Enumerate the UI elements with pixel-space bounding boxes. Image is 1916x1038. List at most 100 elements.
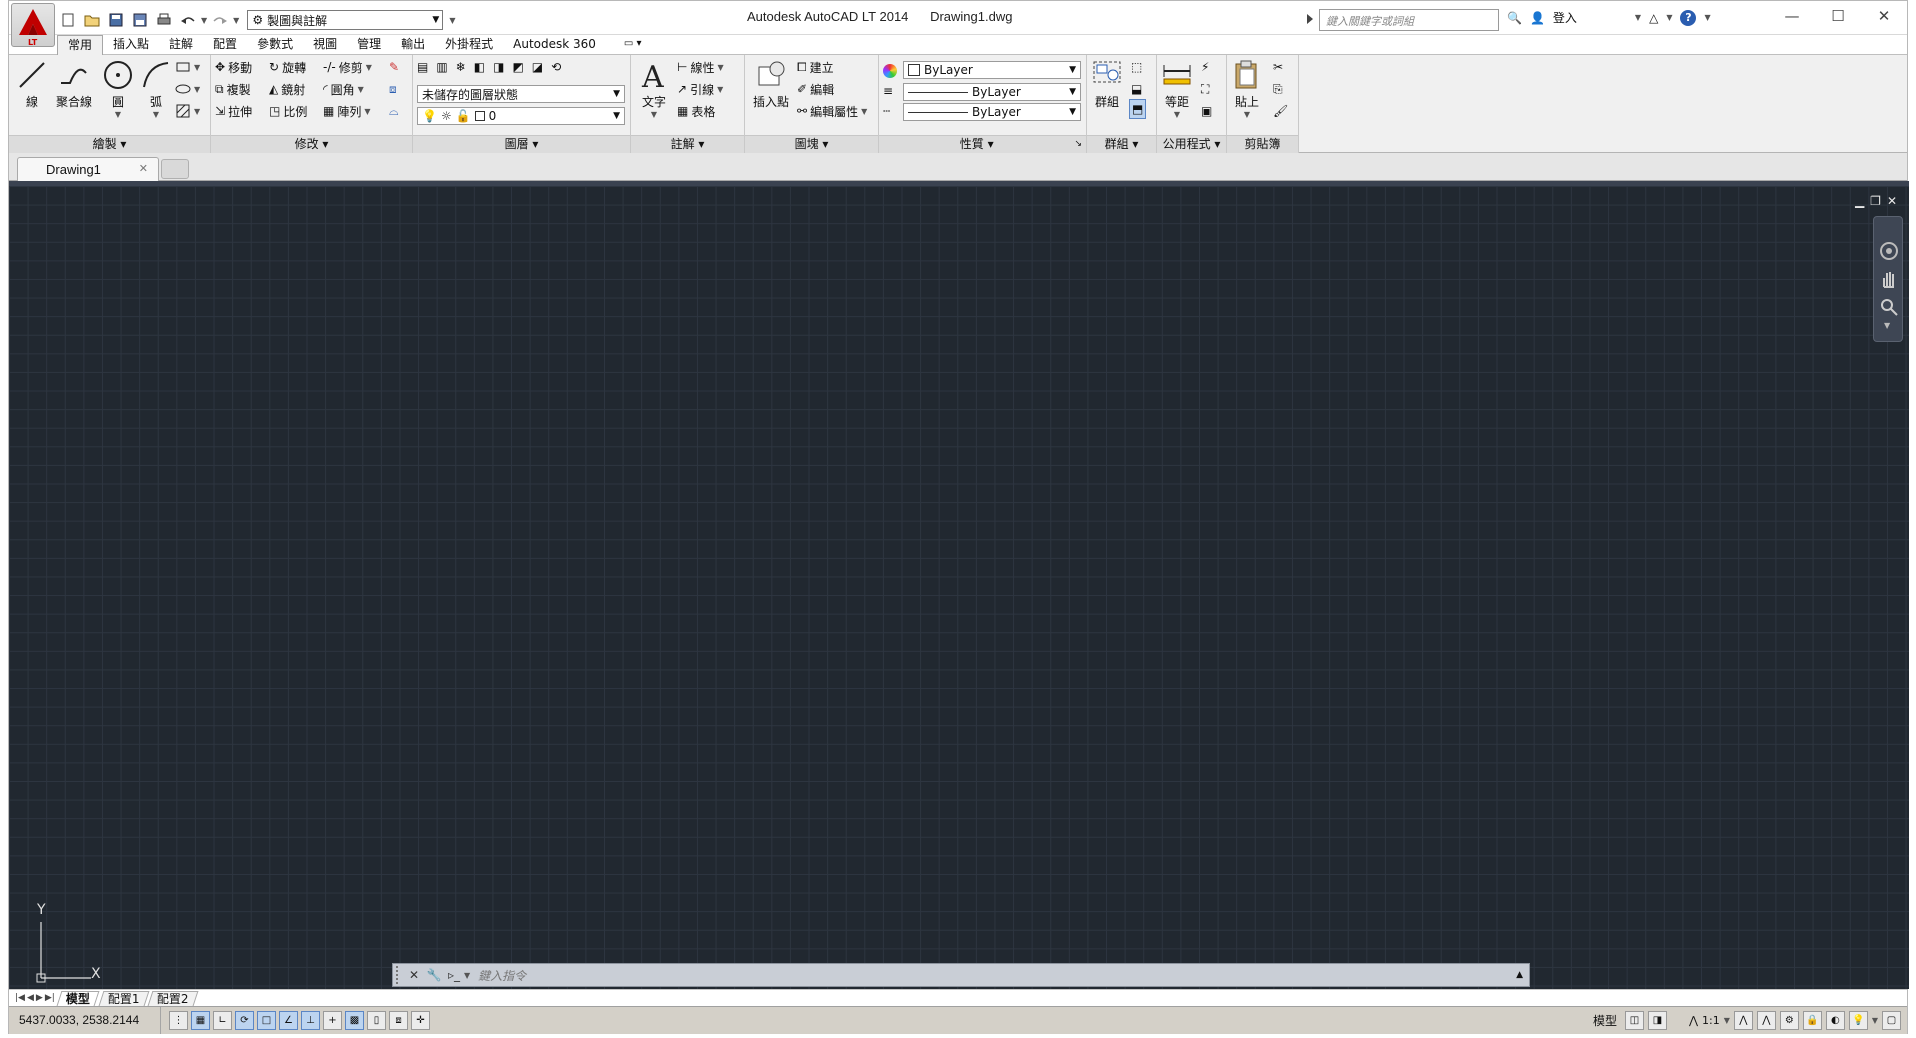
line-button[interactable]: 線 xyxy=(13,59,51,110)
layer-unisolate-icon[interactable]: ◩ xyxy=(512,60,523,74)
isolate-objects-icon[interactable]: 💡 xyxy=(1848,1011,1868,1030)
clean-screen-icon[interactable]: ▢ xyxy=(1882,1011,1901,1030)
dynamic-ucs-toggle-icon[interactable]: ⊥ xyxy=(301,1011,320,1030)
last-layout-icon[interactable]: ▶| xyxy=(45,993,55,1003)
layer-freeze-icon[interactable]: ❄ xyxy=(456,60,466,74)
search-expand-icon[interactable] xyxy=(1307,14,1313,24)
circle-button[interactable]: 圓 ▼ xyxy=(99,59,137,119)
hatch-button[interactable]: ▼ xyxy=(175,101,200,121)
polyline-button[interactable]: 聚合線 xyxy=(53,59,95,110)
linetype-select[interactable]: ByLayer ▼ xyxy=(903,103,1081,121)
close-command-line-icon[interactable]: ✕ xyxy=(404,968,424,982)
block-panel-title[interactable]: 圖塊 ▾ xyxy=(745,135,878,153)
clipboard-panel-title[interactable]: 剪貼簿 xyxy=(1227,135,1298,153)
drawing-area[interactable]: ▁ ❐ ✕ ▼ Y X xyxy=(9,181,1909,989)
rectangle-dropdown-icon[interactable]: ▼ xyxy=(194,63,200,72)
viewport-minimize-icon[interactable]: ▁ xyxy=(1855,194,1864,208)
application-status-menu-icon[interactable]: ▼ xyxy=(1872,1016,1878,1025)
edit-block-button[interactable]: ✐ 編輯 xyxy=(797,79,834,99)
mirror-button[interactable]: ◭ 鏡射 xyxy=(269,79,305,99)
edit-attributes-dropdown-icon[interactable]: ▼ xyxy=(861,107,867,116)
tab-plugins[interactable]: 外掛程式 xyxy=(435,35,503,55)
leader-button[interactable]: ↗ 引線 ▼ xyxy=(677,79,723,99)
lineweight-toggle-icon[interactable]: ▩ xyxy=(345,1011,364,1030)
ellipse-dropdown-icon[interactable]: ▼ xyxy=(194,85,200,94)
drawing-tab[interactable]: Drawing1 ✕ xyxy=(17,157,159,181)
application-menu-button[interactable]: LT xyxy=(11,3,55,47)
fillet-button[interactable]: ◜ 圓角 ▼ xyxy=(323,79,364,99)
help-dropdown-icon[interactable]: ▼ xyxy=(1704,13,1710,22)
model-space-label[interactable]: 模型 xyxy=(1593,1012,1617,1029)
minimize-icon[interactable]: — xyxy=(1769,1,1815,31)
annotation-scale-dropdown-icon[interactable]: ▼ xyxy=(1724,1016,1730,1025)
layer-state-select[interactable]: 未儲存的圖層狀態 ▼ xyxy=(417,85,625,103)
undo-icon[interactable] xyxy=(177,10,199,30)
tab-home[interactable]: 常用 xyxy=(57,35,104,55)
trim-dropdown-icon[interactable]: ▼ xyxy=(366,63,372,72)
move-button[interactable]: ✥ 移動 xyxy=(215,57,252,77)
redo-icon[interactable] xyxy=(209,10,231,30)
match-props-button[interactable]: 🖌 xyxy=(1273,101,1288,121)
rotate-button[interactable]: ↻ 旋轉 xyxy=(269,57,306,77)
grid-toggle-icon[interactable]: ▦ xyxy=(191,1011,210,1030)
transparency-toggle-icon[interactable]: ▯ xyxy=(367,1011,386,1030)
linear-dropdown-icon[interactable]: ▼ xyxy=(717,63,723,72)
paste-button[interactable]: 貼上 ▼ xyxy=(1229,59,1265,119)
command-history-icon[interactable]: ▲ xyxy=(1516,970,1523,980)
edit-attributes-button[interactable]: ⚯ 編輯屬性 ▼ xyxy=(797,101,867,121)
layout-tab-1[interactable]: 配置1 xyxy=(98,990,149,1006)
group-selection-toggle[interactable]: ⬒ xyxy=(1129,99,1147,119)
calculator-button[interactable]: ▣ xyxy=(1201,101,1212,121)
wrench-icon[interactable]: 🔧 xyxy=(424,968,444,982)
layer-off-icon[interactable]: ◧ xyxy=(474,60,485,74)
recent-commands-dropdown-icon[interactable]: ▼ xyxy=(464,971,470,980)
properties-panel-title[interactable]: 性質 ▾ ↘ xyxy=(879,135,1086,153)
paste-dropdown-icon[interactable]: ▼ xyxy=(1229,110,1265,119)
rectangle-button[interactable]: ▼ xyxy=(175,57,200,77)
ortho-toggle-icon[interactable]: ∟ xyxy=(213,1011,232,1030)
navbar-dropdown-icon[interactable]: ▼ xyxy=(1884,321,1890,330)
command-prompt-icon[interactable]: ▹_ xyxy=(444,968,464,982)
steering-wheel-icon[interactable] xyxy=(1879,241,1899,261)
text-button[interactable]: A 文字 ▼ xyxy=(635,59,673,119)
layer-states-icon[interactable]: ▥ xyxy=(436,60,447,74)
viewport-close-icon[interactable]: ✕ xyxy=(1887,194,1897,208)
modify-panel-title[interactable]: 修改 ▾ xyxy=(211,135,412,153)
user-icon[interactable]: 👤 xyxy=(1530,11,1545,25)
copy-button[interactable]: ⧉ 複製 xyxy=(215,79,251,99)
osnap-toggle-icon[interactable]: □ xyxy=(257,1011,276,1030)
color-select[interactable]: ByLayer ▼ xyxy=(903,61,1081,79)
new-file-icon[interactable] xyxy=(57,10,79,30)
help-icon[interactable]: ? xyxy=(1680,9,1697,26)
auto-scale-icon[interactable]: ⋀ xyxy=(1756,1011,1776,1030)
quick-view-layouts-icon[interactable]: ◫ xyxy=(1624,1011,1644,1030)
command-line-grip[interactable] xyxy=(396,966,404,984)
quick-properties-toggle-icon[interactable]: ⧈ xyxy=(389,1011,408,1030)
group-edit-button[interactable]: ⬓ xyxy=(1131,79,1142,99)
first-layout-icon[interactable]: |◀ xyxy=(15,993,25,1003)
group-button[interactable]: 群組 xyxy=(1089,59,1125,110)
tab-layout[interactable]: 配置 xyxy=(203,35,247,55)
ellipse-button[interactable]: ▼ xyxy=(175,79,200,99)
create-block-button[interactable]: ⧠ 建立 xyxy=(797,57,834,77)
layer-match-icon[interactable]: ◪ xyxy=(532,60,543,74)
tab-autodesk-360[interactable]: Autodesk 360 xyxy=(503,35,606,55)
tab-annotate[interactable]: 註解 xyxy=(159,35,203,55)
trim-button[interactable]: -/- 修剪 ▼ xyxy=(323,57,372,77)
qat-customize-icon[interactable]: ▼ xyxy=(449,16,455,25)
text-dropdown-icon[interactable]: ▼ xyxy=(635,110,673,119)
command-input[interactable]: 鍵入指令 xyxy=(478,967,526,984)
exchange-icon[interactable]: △ xyxy=(1649,11,1658,25)
annotation-scale-icon[interactable]: ⋀ xyxy=(1689,1014,1698,1027)
open-folder-icon[interactable] xyxy=(81,10,103,30)
leader-dropdown-icon[interactable]: ▼ xyxy=(717,85,723,94)
offset-button[interactable]: ⌓ xyxy=(389,101,399,121)
tab-output[interactable]: 輸出 xyxy=(391,35,435,55)
lineweight-select[interactable]: ByLayer ▼ xyxy=(903,83,1081,101)
pan-hand-icon[interactable] xyxy=(1879,269,1899,289)
quick-select-button[interactable]: ⚡ xyxy=(1201,57,1209,77)
match-properties-icon[interactable] xyxy=(883,61,897,81)
array-dropdown-icon[interactable]: ▼ xyxy=(364,107,370,116)
close-icon[interactable]: ✕ xyxy=(1861,1,1907,31)
array-button[interactable]: ▦ 陣列 ▼ xyxy=(323,101,371,121)
